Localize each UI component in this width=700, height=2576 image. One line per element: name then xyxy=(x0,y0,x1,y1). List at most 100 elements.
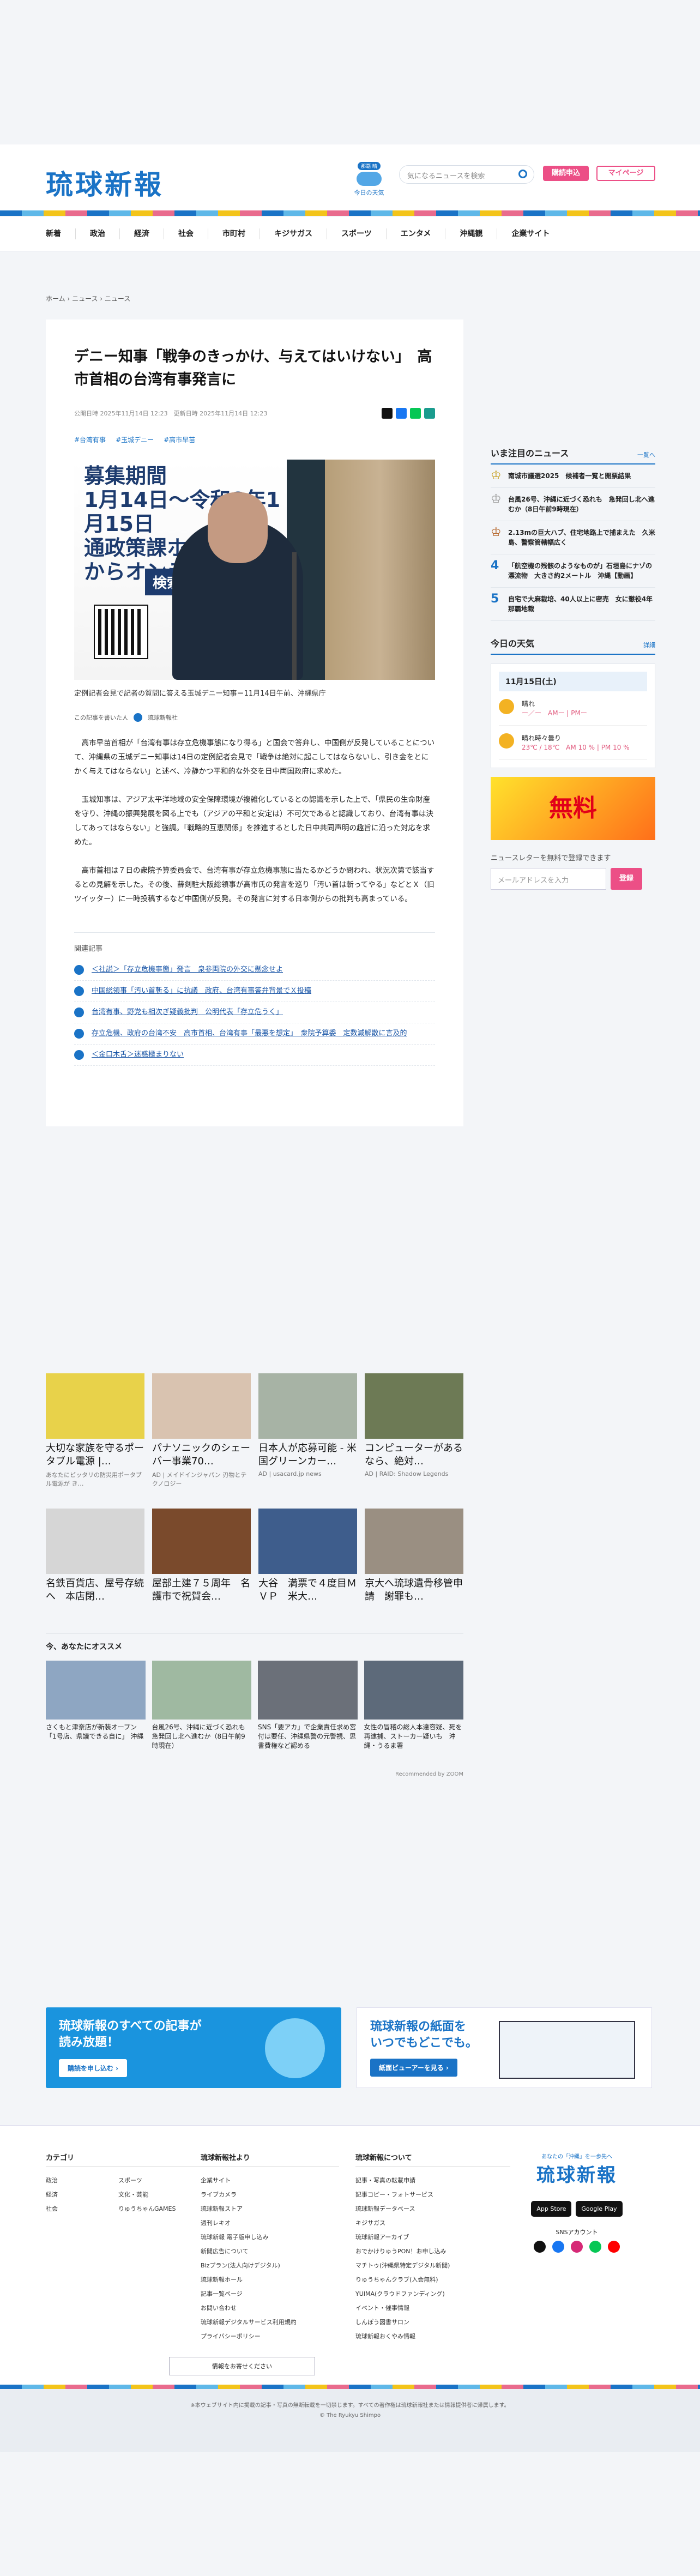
facebook-icon[interactable] xyxy=(552,2241,564,2253)
news-card[interactable]: 屋部土建７５周年 名護市で祝賀会… xyxy=(152,1509,251,1603)
footer-link[interactable]: 週刊レキオ xyxy=(201,2216,339,2230)
breadcrumb[interactable]: ホーム › ニュース › ニュース xyxy=(46,294,700,303)
app-store-button[interactable]: App Store xyxy=(531,2201,572,2217)
site-logo[interactable]: 琉球新報 xyxy=(46,163,164,202)
ranking-item[interactable]: 4 「航空機の残骸のようなものが」石垣島にナゾの漂流物 大きさ約2メートル 沖縄【… xyxy=(491,554,655,588)
footer-link[interactable]: Bizプラン(法人向けデジタル) xyxy=(201,2259,339,2273)
weather-more-link[interactable]: 詳細 xyxy=(643,641,655,649)
ad-card[interactable]: パナソニックのシェーバー事業70… AD | メイドインジャパン 刃物とテクノロジ… xyxy=(152,1373,251,1488)
footer-link[interactable]: マチトゥ(沖縄県特定デジタル新聞) xyxy=(355,2259,510,2273)
banner-button[interactable]: 紙面ビューアーを見る › xyxy=(370,2059,457,2077)
ranking-item[interactable]: 5 自宅で大麻栽培、40人以上に密売 女に懲役4年 那覇地裁 xyxy=(491,588,659,621)
ranking-more-link[interactable]: 一覧へ xyxy=(637,450,655,459)
footer-link[interactable]: 企業サイト xyxy=(201,2174,339,2188)
mypage-button[interactable]: マイページ xyxy=(596,166,655,181)
nav-item[interactable]: 政治 xyxy=(76,228,120,239)
footer-link[interactable]: キジサガス xyxy=(355,2216,510,2230)
ranking-item[interactable]: ♔ 2.13mの巨大ハブ、住宅地路上で捕まえた 久米島、警察管轄幅広く xyxy=(491,521,655,554)
ad-card[interactable]: コンピューターがあるなら、絶対… AD | RAID: Shadow Legend… xyxy=(365,1373,463,1488)
footer-link[interactable]: りゅうちゃんGAMES xyxy=(118,2202,182,2216)
news-card[interactable]: 大谷 満票で４度目ＭＶＰ 米大… xyxy=(258,1509,357,1603)
ranking-item-text: 台風26号、沖縄に近づく恐れも 急発回し北へ進むか（8日午前9時現在） xyxy=(508,496,655,513)
search-icon[interactable] xyxy=(518,170,527,178)
related-link[interactable]: ＜社説＞「存立危機事態」発言 衆参両院の外交に懸念せよ xyxy=(74,960,435,981)
nav-item[interactable]: 市町村 xyxy=(208,228,260,239)
nav-item[interactable]: 新着 xyxy=(46,228,76,239)
banner-button[interactable]: 購読を申し込む › xyxy=(59,2059,128,2077)
footer-link[interactable]: しんぽう図書サロン xyxy=(355,2315,510,2330)
footer-link[interactable]: お問い合わせ xyxy=(201,2301,339,2315)
footer-link[interactable]: 琉球新報おくやみ情報 xyxy=(355,2330,510,2344)
search-input[interactable]: 気になるニュースを検索 xyxy=(399,165,534,184)
footer-link[interactable]: スポーツ xyxy=(118,2174,182,2188)
line-share-icon[interactable] xyxy=(410,408,421,419)
bookmark-share-icon[interactable] xyxy=(424,408,435,419)
instagram-icon[interactable] xyxy=(571,2241,583,2253)
footer-logo[interactable]: 琉球新報 xyxy=(499,2160,654,2187)
osusume-card[interactable]: さくもと津奈店が新装オープン「1号店、県議できる自に」 沖縄 xyxy=(46,1661,146,1751)
osusume-card[interactable]: 女性の冒稽の総人本達容疑、死を再逮捕、ストーカー疑いも 沖縄・うるま署 xyxy=(364,1661,463,1751)
footer-link[interactable]: 社会 xyxy=(46,2202,110,2216)
footer-link[interactable]: 政治 xyxy=(46,2174,110,2188)
tag-link[interactable]: #台湾有事 xyxy=(74,435,106,444)
powered-by: Recommended by ZOOM xyxy=(395,1771,463,1777)
related-link[interactable]: ＜金口木舌＞迷惑極まりない xyxy=(74,1045,435,1066)
x-icon[interactable] xyxy=(534,2241,546,2253)
tag-link[interactable]: #高市早苗 xyxy=(164,435,195,444)
ad-card[interactable]: 大切な家族を守るポータブル電源 |… あなたにピッタリの防災用ポータブル電源が き… xyxy=(46,1373,144,1488)
nav-item[interactable]: エンタメ xyxy=(387,228,446,239)
google-play-button[interactable]: Google Play xyxy=(576,2201,623,2217)
article: デニー知事「戦争のきっかけ、与えてはいけない」 高市首相の台湾有事発言に 公開日… xyxy=(46,319,463,1126)
email-input[interactable]: メールアドレスを入力 xyxy=(491,868,606,890)
info-submit-button[interactable]: 情報をお寄せください xyxy=(169,2357,315,2375)
ranking-item[interactable]: ♔ 台風26号、沖縄に近づく恐れも 急発回し北へ進むか（8日午前9時現在） xyxy=(491,488,655,521)
card-image xyxy=(46,1509,144,1574)
footer-link[interactable]: イベント・催事情報 xyxy=(355,2301,510,2315)
osusume-card[interactable]: 台風26号、沖縄に近づく恐れも 急発回し北へ進むか（8日午前9時現在） xyxy=(152,1661,251,1751)
footer-link[interactable]: おでかけりゅうPON！お申し込み xyxy=(355,2245,510,2259)
nav-item[interactable]: 企業サイト xyxy=(497,228,564,239)
ranking-item[interactable]: ♔ 南城市議選2025 候補者一覧と開票結果 xyxy=(491,464,655,488)
related-link[interactable]: 存立危機、政府の台湾不安 高市首相、台湾有事「最悪を想定」 衆院予算委 定数減解… xyxy=(74,1023,435,1045)
line-icon[interactable] xyxy=(589,2241,601,2253)
footer-link[interactable]: 琉球新報アーカイブ xyxy=(355,2230,510,2245)
viewer-banner[interactable]: 琉球新報の紙面を いつでもどこでも。 紙面ビューアーを見る › xyxy=(357,2007,652,2088)
related-link[interactable]: 中国総領事「汚い首斬る」に抗議 政府、台湾有事答弁背景でＸ投稿 xyxy=(74,981,435,1002)
nav-item[interactable]: 社会 xyxy=(164,228,208,239)
tag-link[interactable]: #玉城デニー xyxy=(116,435,154,444)
digital-banner[interactable]: 琉球新報のすべての記事が 読み放題！ 購読を申し込む › xyxy=(46,2007,341,2088)
x-share-icon[interactable] xyxy=(382,408,393,419)
footer-link[interactable]: 記事一覧ページ xyxy=(201,2287,339,2301)
footer-link[interactable]: 琉球新報ホール xyxy=(201,2273,339,2287)
footer-link[interactable]: 新聞広告について xyxy=(201,2245,339,2259)
footer-link[interactable]: りゅうちゃんクラブ(入会無料) xyxy=(355,2273,510,2287)
nav-item[interactable]: 経済 xyxy=(120,228,164,239)
footer-link[interactable]: ライブカメラ xyxy=(201,2188,339,2202)
facebook-share-icon[interactable] xyxy=(396,408,407,419)
ad-card[interactable]: 日本人が応募可能 - 米国グリーンカー… AD | usacard.jp news xyxy=(258,1373,357,1488)
nav-item[interactable]: キジサガス xyxy=(260,228,327,239)
footer-link[interactable]: 経済 xyxy=(46,2188,110,2202)
related-link[interactable]: 台湾有事、野党も相次ぎ疑義批判 公明代表「存立危うく」 xyxy=(74,1002,435,1023)
nav-item[interactable]: 沖縄観 xyxy=(445,228,498,239)
footer-link[interactable]: 記事コピー・フォトサービス xyxy=(355,2188,510,2202)
footer-link[interactable]: 琉球新報デジタルサービス利用規約 xyxy=(201,2315,339,2330)
footer-link[interactable]: 文化・芸能 xyxy=(118,2188,182,2202)
footer-link[interactable]: 琉球新報 電子版申し込み xyxy=(201,2230,339,2245)
promo-banners: 琉球新報のすべての記事が 読み放題！ 購読を申し込む › 琉球新報の紙面を いつ… xyxy=(46,2007,700,2088)
footer-link[interactable]: YUIMA(クラウドファンディング) xyxy=(355,2287,510,2301)
footer-link[interactable]: 琉球新報ストア xyxy=(201,2202,339,2216)
sidebar-ad[interactable]: 無料 xyxy=(491,777,655,840)
weather-widget[interactable]: 那覇 晴 今日の天気 xyxy=(349,162,389,197)
footer-link[interactable]: 記事・写真の転載申請 xyxy=(355,2174,510,2188)
osusume-card[interactable]: SNS「要アカ」で企業責任求め宮付は要任、沖縄県警の元警視、思書費権など認める xyxy=(258,1661,358,1751)
footer-link[interactable]: プライバシーポリシー xyxy=(201,2330,339,2344)
nav-item[interactable]: スポーツ xyxy=(327,228,387,239)
news-card[interactable]: 京大へ琉球遺骨移管申請 謝罪も… xyxy=(365,1509,463,1603)
footer-link[interactable]: 琉球新報データベース xyxy=(355,2202,510,2216)
youtube-icon[interactable] xyxy=(608,2241,620,2253)
news-card[interactable]: 名鉄百貨店、屋号存続へ 本店閉… xyxy=(46,1509,144,1603)
author-name[interactable]: 琉球新報社 xyxy=(148,713,178,722)
register-button[interactable]: 登録 xyxy=(611,868,642,890)
subscribe-button[interactable]: 購読申込 xyxy=(543,166,589,181)
